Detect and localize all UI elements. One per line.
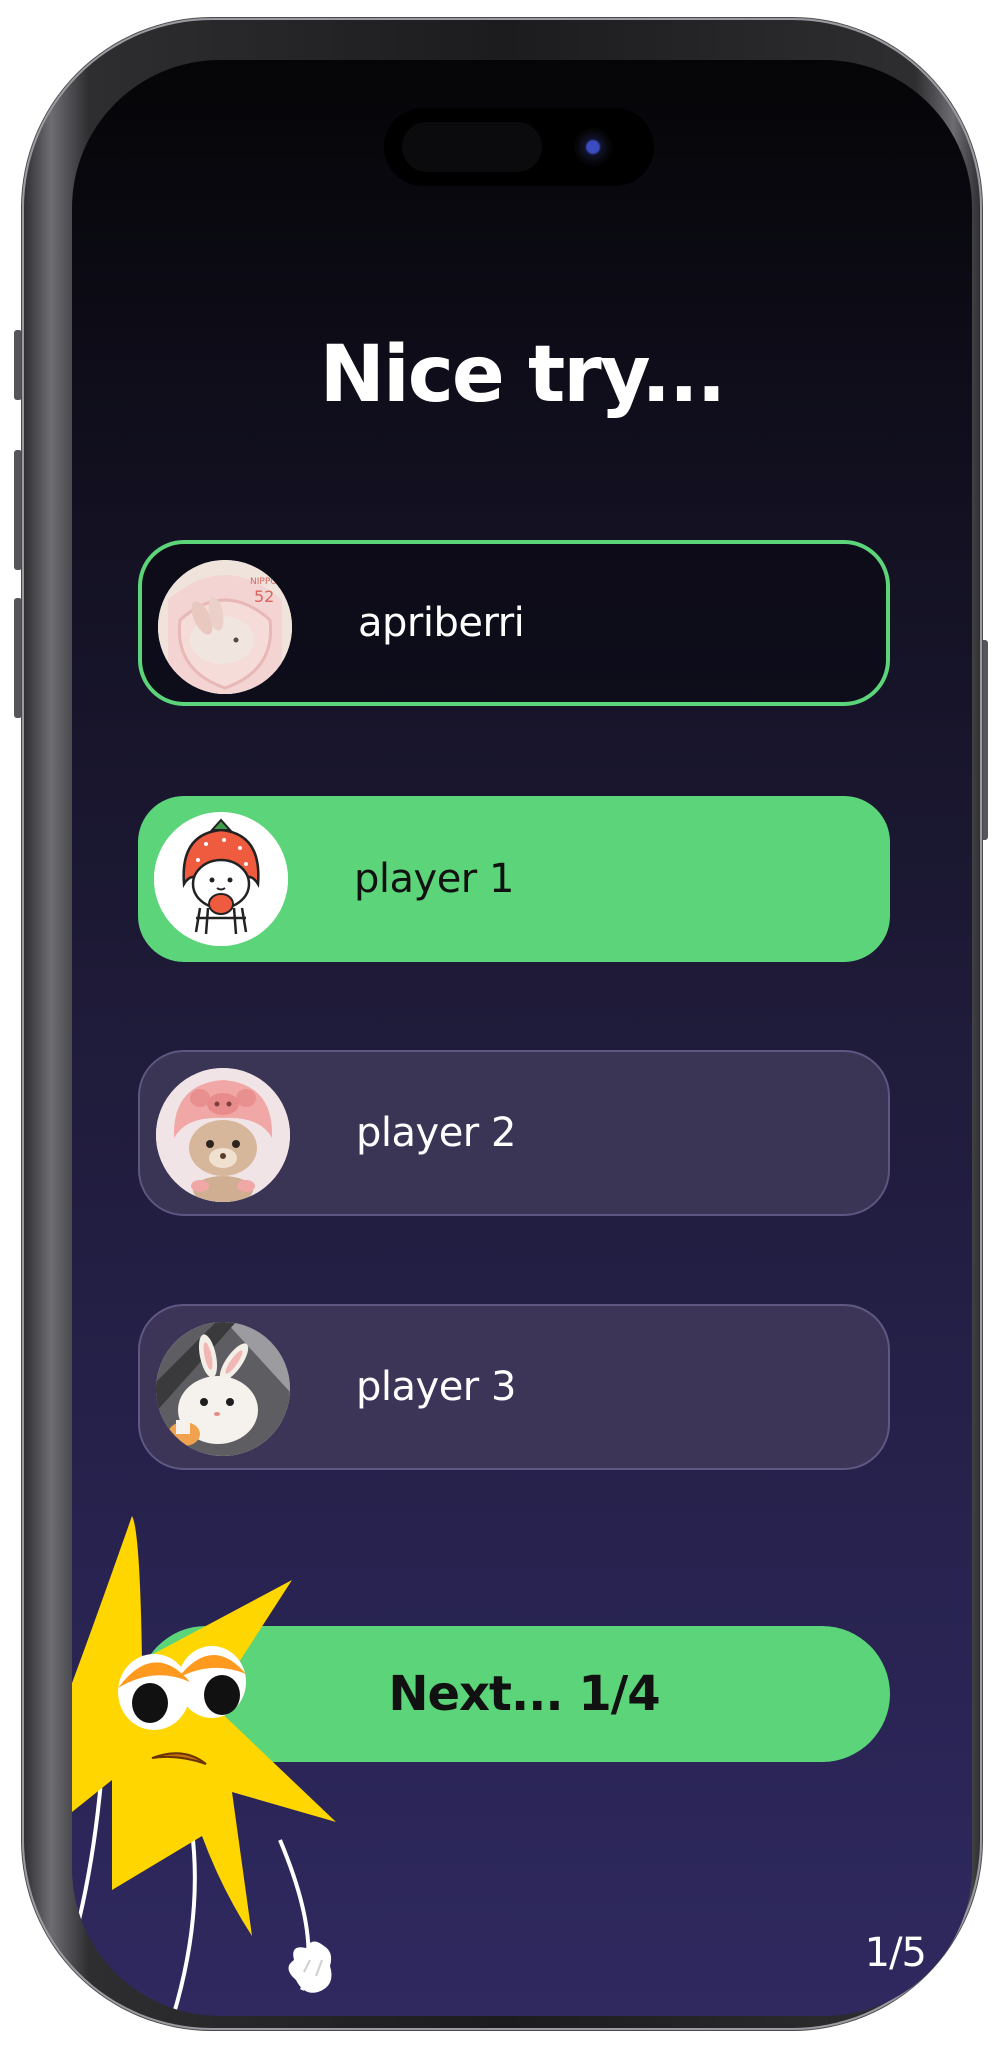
player-row-player-2[interactable]: player 2 [138,1050,890,1216]
plush-bear-avatar [156,1068,290,1202]
device-mockup: Nice try... 52 NIPPON apriberri player 1… [0,0,1002,2048]
volume-down-button [14,598,22,718]
star-mascot-icon [72,1516,336,2016]
svg-text:NIPPON: NIPPON [250,577,284,587]
phone-frame: Nice try... 52 NIPPON apriberri player 1… [22,18,982,2030]
page-title: Nice try... [319,330,727,420]
player-name: apriberri [358,600,525,646]
strawberry-hood-avatar [154,812,288,946]
bunny-stamp-avatar: 52 NIPPON [158,560,292,694]
player-name: player 2 [356,1110,516,1156]
dynamic-island [384,108,654,186]
svg-text:52: 52 [254,587,274,606]
player-row-player-1[interactable]: player 1 [138,796,890,962]
page-indicator: 1/5 [864,1930,927,1976]
player-name: player 1 [354,856,514,902]
camera-icon [574,128,612,166]
app-screen: Nice try... 52 NIPPON apriberri player 1… [72,60,972,2016]
volume-up-button [14,450,22,570]
action-button [14,330,22,400]
player-row-apriberri[interactable]: 52 NIPPON apriberri [138,540,890,706]
